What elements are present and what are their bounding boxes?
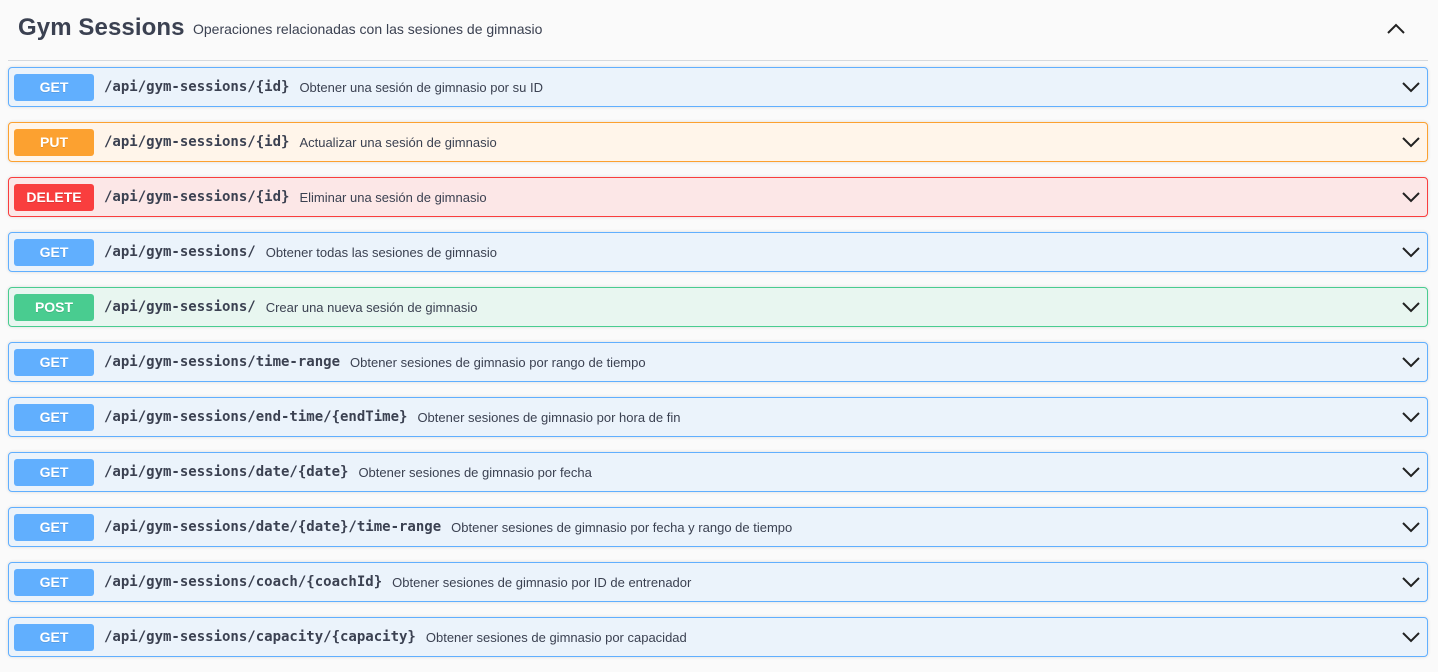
operation-summary: Obtener una sesión de gimnasio por su ID (299, 79, 543, 95)
operation-path: /api/gym-sessions/capacity/{capacity} (104, 629, 416, 645)
operation-path: /api/gym-sessions/ (104, 244, 256, 260)
operation-summary: Crear una nueva sesión de gimnasio (265, 299, 478, 315)
method-badge: GET (14, 403, 94, 431)
method-badge: GET (14, 568, 94, 596)
operation-path: /api/gym-sessions/date/{date}/time-range (104, 519, 442, 535)
chevron-down-icon[interactable] (1401, 77, 1421, 97)
operation-summary: Obtener sesiones de gimnasio por rango d… (350, 354, 646, 370)
operation-path: /api/gym-sessions/ (104, 299, 256, 315)
operation-summary: Obtener todas las sesiones de gimnasio (265, 244, 497, 260)
method-badge: GET (14, 513, 94, 541)
operation-summary: Actualizar una sesión de gimnasio (299, 134, 497, 150)
method-badge: GET (14, 348, 94, 376)
operation-path: /api/gym-sessions/{id} (104, 134, 290, 150)
chevron-down-icon[interactable] (1401, 352, 1421, 372)
operation-row[interactable]: GET /api/gym-sessions/capacity/{capacity… (8, 617, 1428, 657)
tag-section-header[interactable]: Gym Sessions Operaciones relacionadas co… (8, 0, 1428, 61)
operation-path: /api/gym-sessions/coach/{coachId} (104, 574, 383, 590)
operations-list: GET /api/gym-sessions/{id} Obtener una s… (8, 67, 1428, 672)
chevron-up-icon[interactable] (1382, 16, 1410, 42)
tag-description: Operaciones relacionadas con las sesione… (193, 21, 543, 37)
chevron-down-icon[interactable] (1401, 187, 1421, 207)
operation-summary: Obtener sesiones de gimnasio por capacid… (425, 629, 687, 645)
operation-row[interactable]: GET /api/gym-sessions/ Obtener todas las… (8, 232, 1428, 272)
method-badge: GET (14, 458, 94, 486)
chevron-down-icon[interactable] (1401, 132, 1421, 152)
tag-title: Gym Sessions (18, 14, 185, 41)
operation-row[interactable]: GET /api/gym-sessions/date/{date} Obtene… (8, 452, 1428, 492)
method-badge: GET (14, 73, 94, 101)
chevron-down-icon[interactable] (1401, 462, 1421, 482)
operation-path: /api/gym-sessions/date/{date} (104, 464, 349, 480)
chevron-down-icon[interactable] (1401, 517, 1421, 537)
chevron-down-icon[interactable] (1401, 407, 1421, 427)
operation-row[interactable]: GET /api/gym-sessions/time-range Obtener… (8, 342, 1428, 382)
chevron-down-icon[interactable] (1401, 572, 1421, 592)
operation-summary: Obtener sesiones de gimnasio por hora de… (417, 409, 681, 425)
operation-row[interactable]: GET /api/gym-sessions/{id} Obtener una s… (8, 67, 1428, 107)
operation-row[interactable]: POST /api/gym-sessions/ Crear una nueva … (8, 287, 1428, 327)
operation-row[interactable]: GET /api/gym-sessions/coach/{coachId} Ob… (8, 562, 1428, 602)
operation-summary: Eliminar una sesión de gimnasio (299, 189, 487, 205)
method-badge: GET (14, 238, 94, 266)
operation-path: /api/gym-sessions/{id} (104, 79, 290, 95)
operation-path: /api/gym-sessions/{id} (104, 189, 290, 205)
method-badge: PUT (14, 128, 94, 156)
operation-path: /api/gym-sessions/time-range (104, 354, 341, 370)
operation-summary: Obtener sesiones de gimnasio por ID de e… (392, 574, 692, 590)
operation-row[interactable]: PUT /api/gym-sessions/{id} Actualizar un… (8, 122, 1428, 162)
operation-summary: Obtener sesiones de gimnasio por fecha y… (451, 519, 793, 535)
chevron-down-icon[interactable] (1401, 627, 1421, 647)
chevron-down-icon[interactable] (1401, 242, 1421, 262)
operation-row[interactable]: GET /api/gym-sessions/end-time/{endTime}… (8, 397, 1428, 437)
chevron-down-icon[interactable] (1401, 297, 1421, 317)
method-badge: POST (14, 293, 94, 321)
operation-row[interactable]: DELETE /api/gym-sessions/{id} Eliminar u… (8, 177, 1428, 217)
operation-row[interactable]: GET /api/gym-sessions/date/{date}/time-r… (8, 507, 1428, 547)
method-badge: DELETE (14, 183, 94, 211)
operation-path: /api/gym-sessions/end-time/{endTime} (104, 409, 408, 425)
operation-summary: Obtener sesiones de gimnasio por fecha (358, 464, 592, 480)
method-badge: GET (14, 623, 94, 651)
